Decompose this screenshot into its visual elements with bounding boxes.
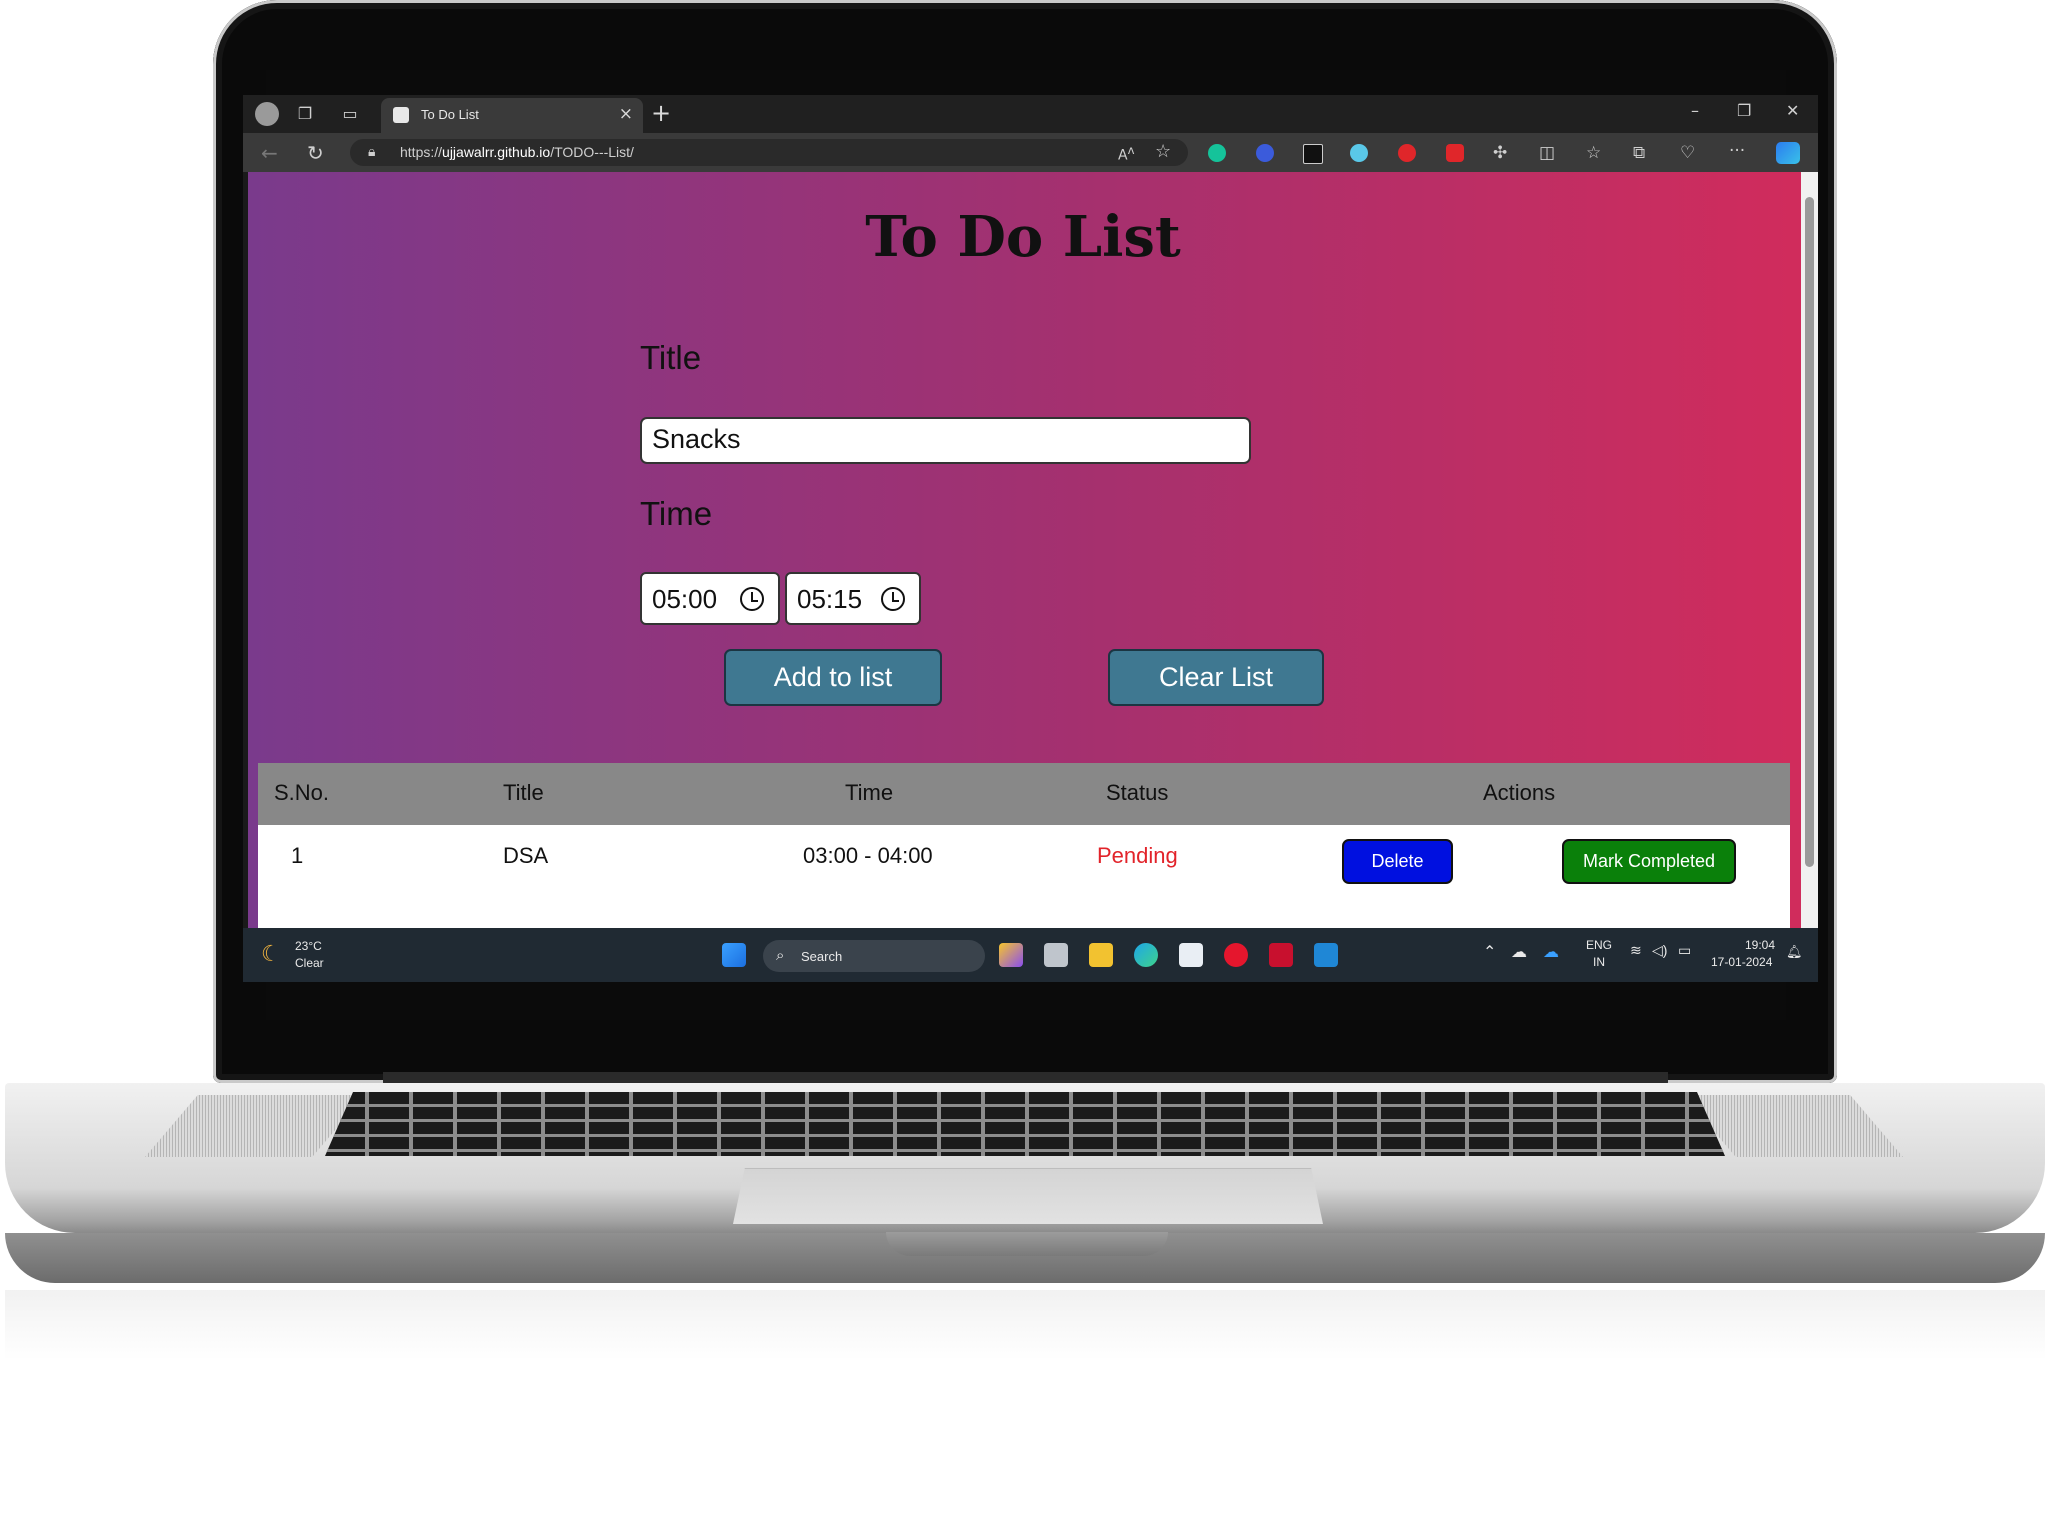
favorite-star-icon[interactable]: ☆ [1155,141,1171,162]
title-input-value: Snacks [652,424,741,454]
todo-page: To Do List Title Snacks Time 05:00 05:15… [248,172,1808,928]
app-icon[interactable] [999,943,1023,967]
lock-icon: 🔒︎ [368,144,376,160]
trackpad [733,1168,1323,1224]
mcafee-icon[interactable] [1269,943,1293,967]
windows-start-icon[interactable] [722,943,746,967]
row-time: 03:00 - 04:00 [803,843,933,868]
volume-icon[interactable]: ◁) [1652,942,1667,959]
clear-list-button[interactable]: Clear List [1108,649,1324,706]
keyboard-rows [325,1092,1725,1156]
cloud-icon[interactable]: ☁ [1511,942,1527,962]
extension-icon[interactable] [1398,144,1416,162]
row-status: Pending [1097,843,1178,868]
shield-extension-icon[interactable] [1446,144,1464,162]
extension-icon[interactable] [1303,144,1323,164]
taskbar: ☾ 23°C Clear ⌕ Search ⌃ ☁ ☁ ENG IN ≋ ◁) … [243,928,1818,982]
page-title: To Do List [865,204,1181,270]
more-options-icon[interactable]: ··· [1729,141,1745,161]
screen: ❐ ▭ To Do List × + – ❐ ✕ ← ↻ 🔒︎ https://… [243,95,1818,982]
task-view-icon[interactable] [1044,943,1068,967]
opera-icon[interactable] [1224,943,1248,967]
row-sno: 1 [291,843,304,868]
page-scrollbar[interactable] [1801,172,1818,928]
clock-icon[interactable] [881,587,905,611]
refresh-icon[interactable]: ↻ [307,141,324,165]
new-tab-icon[interactable]: + [651,99,671,127]
extensions-puzzle-icon[interactable]: ✣ [1493,143,1507,163]
restore-icon[interactable]: ❐ [1737,101,1751,120]
url-text: https://ujjawalrr.github.io/TODO---List/ [400,144,634,160]
react-devtools-extension-icon[interactable] [1350,144,1368,162]
scrollbar-thumb[interactable] [1805,197,1814,867]
workspaces-icon[interactable]: ❐ [294,103,316,125]
wifi-icon[interactable]: ≋ [1630,942,1642,959]
clock-icon[interactable] [740,587,764,611]
column-header-title: Title [503,780,544,805]
add-to-list-button[interactable]: Add to list [724,649,942,706]
notification-bell-icon[interactable]: 🔔︎ [1786,944,1803,960]
battery-icon[interactable]: ▭ [1678,942,1691,959]
row-title: DSA [503,843,549,868]
search-icon: ⌕ [776,946,785,964]
column-header-status: Status [1106,780,1169,805]
mark-completed-button[interactable]: Mark Completed [1562,839,1736,884]
tab-close-icon[interactable]: × [619,104,633,124]
start-time-input[interactable]: 05:00 [640,572,780,625]
browser-tab[interactable]: To Do List × [381,98,643,133]
chevron-up-icon[interactable]: ⌃ [1483,942,1496,962]
read-aloud-icon[interactable]: Aʌ [1118,143,1134,164]
search-label: Search [801,949,843,964]
copilot-icon[interactable] [1776,142,1800,164]
time-label: Time [640,495,713,532]
favorites-icon[interactable]: ☆ [1586,143,1601,163]
moon-weather-icon[interactable]: ☾ [261,942,281,967]
profile-avatar-icon[interactable] [255,102,279,126]
onedrive-icon[interactable]: ☁ [1543,942,1559,962]
title-input[interactable]: Snacks [640,417,1251,464]
laptop-reflection [5,1290,2045,1360]
back-icon[interactable]: ← [261,141,278,165]
clock-date[interactable]: 17-01-2024 [1711,955,1772,969]
todo-table: S.No. Title Time Status Actions 1 DSA 03… [258,763,1790,928]
tab-favicon-icon [393,107,409,123]
collections-icon[interactable]: ⧉ [1633,143,1645,163]
browser-essentials-icon[interactable]: ♡ [1680,143,1695,163]
column-header-actions: Actions [1483,780,1556,805]
column-header-time: Time [845,780,894,805]
grammarly-extension-icon[interactable] [1208,144,1226,162]
clock-time[interactable]: 19:04 [1745,938,1775,952]
minimize-icon[interactable]: – [1691,101,1699,120]
taskbar-search[interactable]: ⌕ Search [763,940,985,972]
column-header-sno: S.No. [274,780,330,805]
browser-tab-bar: ❐ ▭ To Do List × + – ❐ ✕ [243,95,1818,133]
vscode-icon[interactable] [1314,943,1338,967]
split-screen-icon[interactable]: ◫ [1539,143,1555,163]
extension-icon[interactable] [1256,144,1274,162]
language-code[interactable]: ENG [1586,938,1612,952]
tab-title: To Do List [421,107,479,122]
address-bar[interactable]: 🔒︎ https://ujjawalrr.github.io/TODO---Li… [350,139,1188,166]
file-explorer-icon[interactable] [1089,943,1113,967]
edge-browser-icon[interactable] [1134,943,1158,967]
delete-button[interactable]: Delete [1342,839,1453,884]
weather-temperature: 23°C [295,939,322,953]
language-region[interactable]: IN [1593,955,1605,969]
start-time-value: 05:00 [652,584,718,614]
end-time-input[interactable]: 05:15 [785,572,921,625]
laptop-notch [886,1232,1168,1256]
store-icon[interactable] [1179,943,1203,967]
weather-description: Clear [295,956,324,970]
table-header: S.No. Title Time Status Actions [258,763,1790,825]
browser-toolbar: ← ↻ 🔒︎ https://ujjawalrr.github.io/TODO-… [243,133,1818,172]
end-time-value: 05:15 [797,584,863,614]
close-window-icon[interactable]: ✕ [1786,101,1799,120]
tab-actions-icon[interactable]: ▭ [339,103,361,125]
title-label: Title [640,339,702,376]
